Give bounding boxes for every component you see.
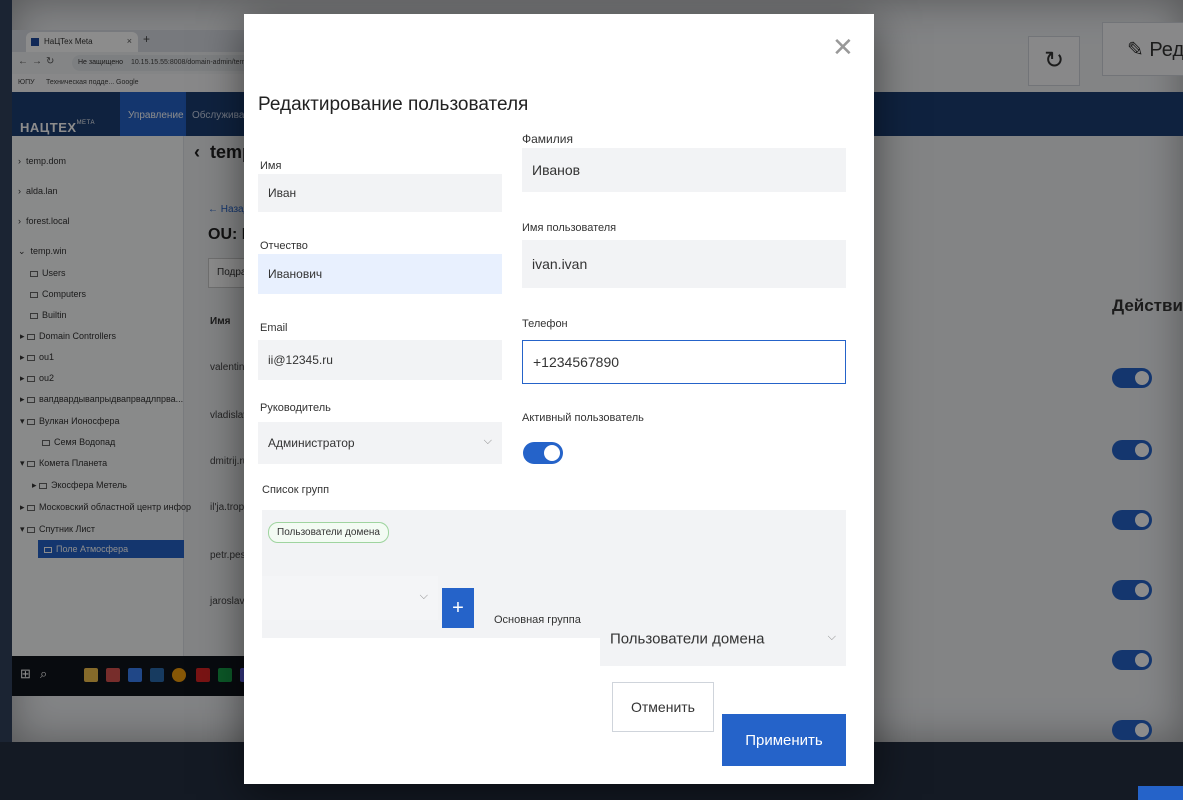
username-field[interactable]: [522, 240, 846, 288]
chevron-down-icon: ⌵: [827, 631, 836, 644]
last-name-label: Фамилия: [522, 132, 573, 146]
primary-group-label: Основная группа: [494, 614, 581, 626]
manager-select[interactable]: Администратор ⌵: [258, 422, 502, 464]
bg-button-fragment: [1138, 786, 1183, 800]
last-name-field[interactable]: [522, 148, 846, 192]
first-name-field[interactable]: [258, 174, 502, 212]
active-user-toggle[interactable]: [523, 442, 563, 464]
patronymic-field[interactable]: [258, 254, 502, 294]
first-name-label: Имя: [260, 160, 282, 172]
chevron-down-icon: ⌵: [419, 590, 428, 603]
cancel-button[interactable]: Отменить: [612, 682, 714, 732]
toggle-knob: [544, 445, 560, 461]
add-group-button[interactable]: +: [442, 588, 474, 628]
close-icon[interactable]: ✕: [832, 34, 854, 60]
phone-field[interactable]: [522, 340, 846, 384]
edit-user-dialog: ✕ Редактирование пользователя Имя Отчест…: [244, 14, 874, 784]
add-group-select[interactable]: ⌵: [262, 576, 438, 620]
group-chip[interactable]: Пользователи домена: [268, 522, 389, 543]
dialog-title: Редактирование пользователя: [258, 94, 529, 115]
chevron-down-icon: ⌵: [483, 435, 492, 448]
phone-label: Телефон: [522, 318, 568, 330]
active-user-label: Активный пользователь: [522, 412, 644, 424]
apply-button[interactable]: Применить: [722, 714, 846, 766]
username-label: Имя пользователя: [522, 222, 617, 234]
primary-group-select[interactable]: Пользователи домена ⌵: [600, 612, 846, 666]
email-label: Email: [260, 322, 288, 334]
patronymic-label: Отчество: [260, 240, 308, 252]
email-field[interactable]: [258, 340, 502, 380]
primary-group-value: Пользователи домена: [610, 630, 765, 648]
manager-label: Руководитель: [260, 402, 331, 414]
manager-value: Администратор: [268, 436, 355, 450]
groups-label: Список групп: [262, 484, 330, 496]
